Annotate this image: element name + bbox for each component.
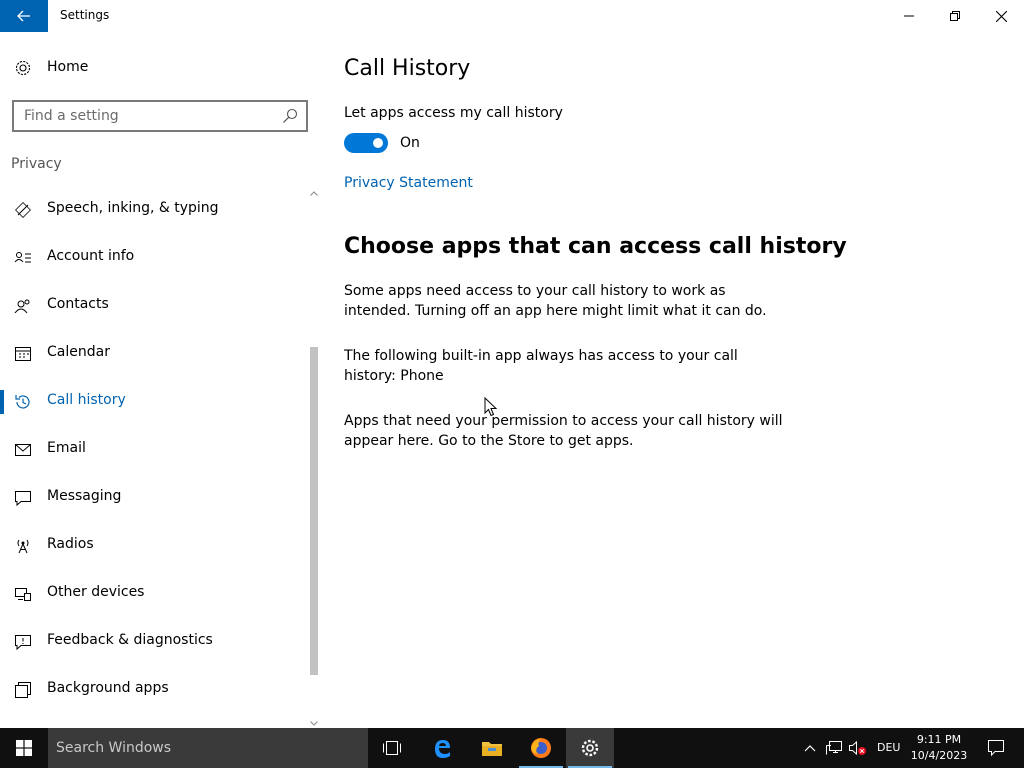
clock-date: 10/4/2023 [910, 749, 968, 762]
notifications-icon [988, 740, 1004, 757]
page-title: Call History [344, 56, 471, 81]
contacts-icon [14, 299, 30, 314]
sidebar-item-label: Email [47, 440, 86, 456]
sidebar-item-contacts[interactable]: Contacts [0, 282, 308, 330]
sidebar-item-label: Account info [47, 248, 135, 264]
sidebar-item-label: Contacts [47, 296, 109, 312]
close-icon [995, 10, 1007, 22]
volume-muted-icon [849, 740, 866, 756]
taskbar-search-placeholder: Search Windows [56, 740, 172, 756]
show-hidden-icons-button[interactable] [800, 738, 820, 758]
clock-time: 9:11 PM [916, 733, 962, 746]
sidebar-item-messaging[interactable]: Messaging [0, 474, 308, 522]
edge-taskbar-button[interactable] [418, 728, 466, 768]
section-title: Choose apps that can access call history [344, 234, 847, 259]
chevron-up-icon [804, 745, 816, 752]
sidebar-item-speech[interactable]: Speech, inking, & typing [0, 186, 308, 234]
task-view-icon [383, 741, 401, 755]
search-placeholder: Find a setting [24, 108, 119, 124]
firefox-taskbar-button[interactable] [517, 728, 565, 768]
restore-button[interactable] [932, 0, 978, 32]
back-arrow-icon [17, 10, 30, 22]
history-icon [15, 395, 30, 409]
account-info-icon [14, 252, 31, 263]
sidebar-item-label: Messaging [47, 488, 122, 504]
scroll-down-arrow-icon[interactable] [308, 718, 320, 728]
sidebar-item-email[interactable]: Email [0, 426, 308, 474]
windows-logo-icon [16, 740, 32, 756]
section-label-privacy: Privacy [11, 156, 62, 172]
network-icon [826, 741, 842, 755]
sidebar-item-label: Feedback & diagnostics [47, 632, 213, 648]
sidebar-item-label: Calendar [47, 344, 110, 360]
sidebar-item-label: Other devices [47, 584, 145, 600]
edge-browser-icon [435, 740, 450, 758]
built-in-app-paragraph: The following built-in app always has ac… [344, 348, 738, 384]
feedback-icon [15, 635, 31, 651]
find-setting-search-input[interactable]: Find a setting [12, 100, 308, 132]
radios-icon [17, 539, 29, 554]
toggle-label: Let apps access my call history [344, 105, 563, 121]
privacy-statement-link[interactable]: Privacy Statement [344, 175, 473, 191]
other-devices-icon [15, 588, 31, 601]
sidebar-item-label: Call history [47, 392, 126, 408]
store-info-paragraph: Apps that need your permission to access… [344, 413, 783, 449]
taskbar: Search Windows DEU 9:11 PM 10/4/2023 [0, 728, 1024, 768]
volume-tray-button[interactable] [848, 738, 868, 758]
sidebar-item-radios[interactable]: Radios [0, 522, 308, 570]
title-bar: Settings [0, 0, 1024, 32]
call-history-access-toggle[interactable] [344, 133, 388, 153]
minimize-icon [904, 15, 914, 17]
settings-taskbar-button[interactable] [566, 728, 614, 768]
task-view-button[interactable] [368, 728, 416, 768]
sidebar-item-call-history[interactable]: Call history [0, 378, 308, 426]
sidebar-scrollbar[interactable] [308, 188, 320, 728]
active-indicator [0, 390, 4, 414]
restore-icon [950, 11, 960, 21]
sidebar-item-background-apps[interactable]: Background apps [0, 666, 308, 714]
toggle-state-label: On [400, 135, 420, 151]
scroll-up-arrow-icon[interactable] [308, 188, 320, 198]
close-button[interactable] [978, 0, 1024, 32]
folder-icon [482, 742, 502, 756]
scrollbar-thumb[interactable] [310, 347, 318, 675]
window-title: Settings [60, 8, 110, 22]
input-language-indicator[interactable]: DEU [877, 741, 900, 754]
home-label: Home [47, 59, 89, 75]
taskbar-clock[interactable]: 9:11 PM 10/4/2023 [906, 732, 972, 764]
taskbar-search-input[interactable]: Search Windows [48, 728, 368, 768]
action-center-button[interactable] [976, 728, 1016, 768]
calendar-icon [15, 347, 31, 361]
firefox-icon [531, 738, 551, 758]
toggle-knob [373, 138, 383, 148]
network-tray-button[interactable] [824, 738, 844, 758]
start-button[interactable] [0, 728, 48, 768]
messaging-icon [15, 491, 31, 507]
file-explorer-taskbar-button[interactable] [468, 728, 516, 768]
sidebar-item-account-info[interactable]: Account info [0, 234, 308, 282]
sidebar-item-other-devices[interactable]: Other devices [0, 570, 308, 618]
sidebar-item-feedback[interactable]: Feedback & diagnostics [0, 618, 308, 666]
gear-icon [581, 739, 599, 757]
sidebar-item-label: Radios [47, 536, 94, 552]
sidebar-item-label: Background apps [47, 680, 169, 696]
sidebar: Home Find a setting Privacy Speech, inki… [0, 32, 322, 728]
search-icon [283, 108, 298, 123]
gear-icon [15, 60, 31, 76]
mouse-cursor-icon [484, 397, 498, 417]
email-icon [15, 444, 31, 456]
main-content: Call History Let apps access my call his… [344, 32, 1004, 728]
sidebar-item-calendar[interactable]: Calendar [0, 330, 308, 378]
back-button[interactable] [0, 0, 48, 32]
sidebar-item-label: Speech, inking, & typing [47, 200, 219, 216]
speech-icon [15, 202, 31, 218]
minimize-button[interactable] [886, 0, 932, 32]
description-paragraph: Some apps need access to your call histo… [344, 283, 767, 319]
home-nav-item[interactable]: Home [0, 50, 322, 86]
background-apps-icon [15, 682, 31, 698]
